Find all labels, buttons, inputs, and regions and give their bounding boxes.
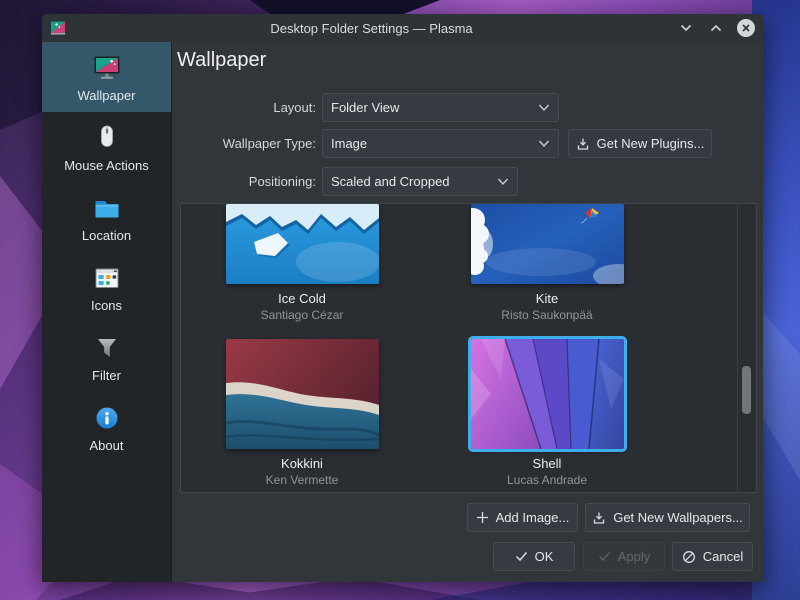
titlebar[interactable]: Desktop Folder Settings — Plasma [42, 14, 763, 42]
wallpaper-monitor-icon [91, 52, 123, 84]
positioning-value: Scaled and Cropped [331, 174, 497, 189]
close-icon [741, 23, 751, 33]
wallpaper-author: Risto Saukonpää [426, 308, 668, 322]
sidebar-item-label: Mouse Actions [64, 158, 149, 173]
apply-button[interactable]: Apply [583, 542, 665, 571]
wallpaper-grid: Ice Cold Santiago Cézar [180, 203, 757, 493]
sidebar-item-filter[interactable]: Filter [42, 322, 171, 392]
wallpaper-type-label: Wallpaper Type: [172, 129, 316, 158]
wallpaper-facet [430, 580, 800, 600]
get-new-wallpapers-label: Get New Wallpapers... [613, 510, 743, 525]
wallpaper-thumbnail-shell[interactable] [471, 339, 624, 449]
layout-label: Layout: [172, 93, 316, 122]
sidebar-item-label: Wallpaper [77, 88, 135, 103]
wallpaper-thumbnail-kite[interactable] [471, 204, 624, 284]
cancel-label: Cancel [703, 549, 743, 564]
cancel-icon [682, 550, 696, 564]
sidebar-item-location[interactable]: Location [42, 182, 171, 252]
sidebar-item-wallpaper[interactable]: Wallpaper [42, 42, 171, 112]
kokkini-art [226, 339, 379, 449]
wallpaper-name: Kite [426, 291, 668, 306]
download-icon [576, 137, 590, 151]
info-circle-icon [91, 402, 123, 434]
check-icon [515, 551, 528, 562]
wallpaper-author: Ken Vermette [181, 473, 423, 487]
ok-label: OK [535, 549, 554, 564]
plus-icon [476, 511, 489, 524]
wallpaper-type-combobox[interactable]: Image [322, 129, 559, 158]
wallpaper-item-ice-cold: Ice Cold Santiago Cézar [181, 204, 423, 322]
wallpaper-item-kite: Kite Risto Saukonpää [426, 204, 668, 322]
wallpaper-thumbnail-ice-cold[interactable] [226, 204, 379, 284]
sidebar-item-label: Location [82, 228, 131, 243]
minimize-button[interactable] [677, 19, 695, 37]
content-pane: Wallpaper Layout: Folder View Wallpaper … [172, 42, 763, 582]
sidebar-item-icons[interactable]: Icons [42, 252, 171, 322]
sidebar-item-label: Icons [91, 298, 122, 313]
layout-combobox[interactable]: Folder View [322, 93, 559, 122]
wallpaper-item-shell: Shell Lucas Andrade [426, 339, 668, 487]
settings-dialog: Desktop Folder Settings — Plasma [42, 14, 763, 582]
window-controls [677, 19, 755, 37]
page-title: Wallpaper [177, 49, 266, 72]
add-image-button[interactable]: Add Image... [467, 503, 578, 532]
download-icon [592, 511, 606, 525]
funnel-icon [91, 332, 123, 364]
get-new-plugins-label: Get New Plugins... [597, 136, 705, 151]
apply-label: Apply [618, 549, 651, 564]
mouse-icon [91, 122, 123, 154]
dialog-body: Wallpaper Mouse Actions Location [42, 42, 763, 582]
chevron-down-icon [538, 103, 550, 112]
sidebar-item-label: Filter [92, 368, 121, 383]
sidebar-item-mouse-actions[interactable]: Mouse Actions [42, 112, 171, 182]
chevron-up-icon [710, 24, 722, 32]
chevron-down-icon [680, 24, 692, 32]
wallpaper-name: Kokkini [181, 456, 423, 471]
wallpaper-thumbnail-kokkini[interactable] [226, 339, 379, 449]
maximize-button[interactable] [707, 19, 725, 37]
kite-art [471, 204, 624, 284]
positioning-label: Positioning: [172, 167, 316, 196]
ok-button[interactable]: OK [493, 542, 575, 571]
get-new-plugins-button[interactable]: Get New Plugins... [568, 129, 712, 158]
wallpaper-item-kokkini: Kokkini Ken Vermette [181, 339, 423, 487]
chevron-down-icon [497, 177, 509, 186]
cancel-button[interactable]: Cancel [672, 542, 753, 571]
wallpaper-name: Shell [426, 456, 668, 471]
get-new-wallpapers-button[interactable]: Get New Wallpapers... [585, 503, 750, 532]
shell-art [471, 339, 624, 449]
window-title: Desktop Folder Settings — Plasma [66, 21, 677, 36]
sidebar-item-about[interactable]: About [42, 392, 171, 462]
wallpaper-type-value: Image [331, 136, 538, 151]
scrollbar-handle[interactable] [742, 366, 751, 414]
sidebar: Wallpaper Mouse Actions Location [42, 42, 172, 582]
chevron-down-icon [538, 139, 550, 148]
wallpaper-name: Ice Cold [181, 291, 423, 306]
positioning-combobox[interactable]: Scaled and Cropped [322, 167, 518, 196]
wallpaper-author: Lucas Andrade [426, 473, 668, 487]
folder-icon [91, 192, 123, 224]
check-icon [598, 551, 611, 562]
window-icon [50, 20, 66, 36]
wallpaper-author: Santiago Cézar [181, 308, 423, 322]
layout-value: Folder View [331, 100, 538, 115]
ice-cold-art [226, 204, 379, 284]
sidebar-item-label: About [90, 438, 124, 453]
add-image-label: Add Image... [496, 510, 570, 525]
scrollbar-track[interactable] [737, 204, 738, 492]
window-icons-icon [91, 262, 123, 294]
close-button[interactable] [737, 19, 755, 37]
